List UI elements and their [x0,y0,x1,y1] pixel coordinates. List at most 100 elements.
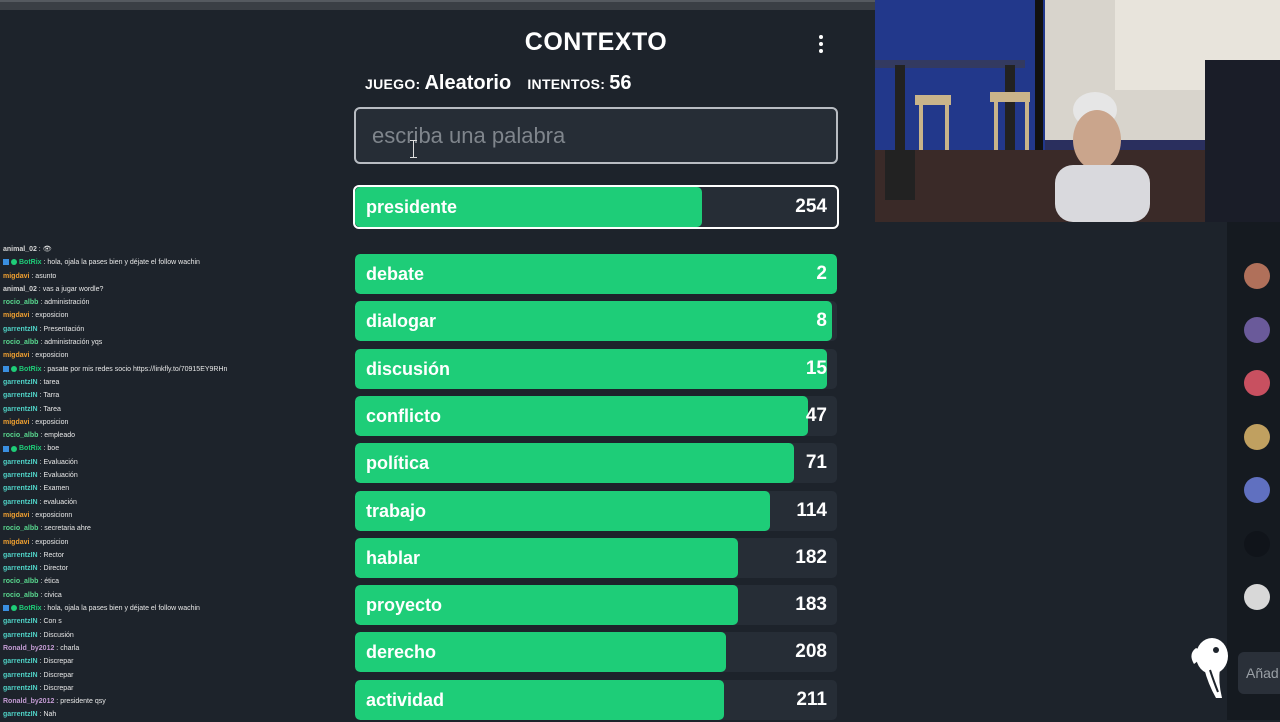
current-guess-row: presidente 254 [353,185,839,229]
user-avatar[interactable] [1244,316,1270,343]
word-input[interactable] [354,107,838,164]
chat-message: migdavi : exposicion [3,349,343,362]
webcam-image [875,0,1280,222]
user-avatar[interactable] [1244,263,1270,289]
chat-text: Examen [43,485,70,493]
chat-text: Evaluación [43,472,78,480]
chat-username[interactable]: Ronald_by2012 [3,698,54,705]
chat-message: garrentzIN : evaluación [3,496,343,509]
chat-username[interactable]: rocio_albb [3,339,38,346]
add-input[interactable]: Añad [1238,652,1280,694]
chat-username[interactable]: garrentzIN [3,406,38,413]
game-value: Aleatorio [424,72,512,94]
guess-word: derecho [366,642,437,663]
chat-username[interactable]: migdavi [3,512,29,519]
guess-rank: 15 [805,357,827,379]
chat-username[interactable]: garrentzIN [3,711,38,718]
chat-username[interactable]: migdavi [3,352,29,359]
guess-rank: 71 [805,452,827,474]
chat-username[interactable]: animal_02 [3,246,37,253]
chat-text: exposicion [35,538,69,546]
chat-username[interactable]: migdavi [3,312,29,319]
guess-row: trabajo 114 [355,490,837,531]
chat-username[interactable]: garrentzIN [3,672,38,679]
chat-username[interactable]: garrentzIN [3,658,38,665]
chat-username[interactable]: garrentzIN [3,459,38,466]
chat-text: tarea [43,378,60,386]
chat-username[interactable]: migdavi [3,273,29,280]
chat-text: Discrepar [43,671,74,679]
bot-badge-icon [11,445,17,452]
game-stats: JUEGO: Aleatorio INTENTOS: 56 [365,72,643,95]
chat-text: ética [44,578,60,586]
chat-text: presidente qsy [60,698,106,706]
moderator-badge-icon [3,445,9,452]
chat-message: migdavi : exposicion [3,536,343,549]
chat-username[interactable]: rocio_albb [3,525,38,532]
more-options-button[interactable] [810,32,832,58]
chat-username[interactable]: BotRix [19,605,42,612]
chat-username[interactable]: garrentzIN [3,565,38,572]
chat-username[interactable]: garrentzIN [3,326,38,333]
chat-message: BotRix : pasate por mis redes socio http… [3,363,343,376]
chat-username[interactable]: garrentzIN [3,485,38,492]
chat-text: Con s [43,618,62,626]
chat-message: rocio_albb : civica [3,589,343,602]
chat-username[interactable]: Ronald_by2012 [3,645,54,652]
chat-username[interactable]: BotRix [19,259,42,266]
chat-text: Discusión [43,631,74,639]
chat-username[interactable]: migdavi [3,539,29,546]
chat-username[interactable]: garrentzIN [3,552,38,559]
guess-word: hablar [366,547,421,568]
chat-text: Discrepar [43,684,74,692]
bot-badge-icon [11,365,17,372]
bot-badge-icon [11,259,17,266]
chat-username[interactable]: rocio_albb [3,592,38,599]
guess-row: proyecto 183 [355,585,837,626]
chat-username[interactable]: BotRix [19,445,42,452]
chat-username[interactable]: garrentzIN [3,379,38,386]
guess-rank: 182 [795,546,827,568]
chat-message: garrentzIN : Presentación [3,323,343,336]
chat-message: rocio_albb : administración yqs [3,336,343,349]
chat-message: garrentzIN : Discusión [3,629,343,642]
chat-text: administración [44,299,90,307]
guess-rank: 211 [796,688,827,710]
chat-username[interactable]: garrentzIN [3,685,38,692]
user-avatar[interactable] [1244,423,1270,450]
chat-message: garrentzIN : Director [3,562,343,575]
chat-username[interactable]: migdavi [3,419,29,426]
user-avatar[interactable] [1244,477,1270,503]
chat-username[interactable]: rocio_albb [3,432,38,439]
dot-icon [819,49,823,53]
similarity-bar [355,254,837,294]
guess-word: trabajo [366,500,427,521]
chat-username[interactable]: garrentzIN [3,472,38,479]
chat-text: empleado [44,432,75,440]
webcam-feed [875,0,1280,222]
user-avatar[interactable] [1244,530,1270,557]
chat-username[interactable]: rocio_albb [3,299,38,306]
chat-username[interactable]: BotRix [19,366,42,373]
user-avatar[interactable] [1244,370,1270,396]
chat-username[interactable]: garrentzIN [3,499,38,506]
chat-text: asunto [35,272,57,280]
chat-text: Rector [43,551,65,559]
chat-message: animal_02 : vas a jugar wordle? [3,283,343,296]
chat-text: Discrepar [43,658,74,666]
chat-text: exposicion [35,418,69,426]
chat-text: secretaria ahre [44,525,91,533]
chat-username[interactable]: garrentzIN [3,618,38,625]
chat-text: Director [43,565,68,573]
chat-username[interactable]: rocio_albb [3,578,38,585]
dot-icon [819,35,823,39]
chat-username[interactable]: garrentzIN [3,392,38,399]
user-avatar[interactable] [1244,584,1270,610]
top-strip-line [0,0,875,2]
chat-username[interactable]: animal_02 [3,286,37,293]
chat-message: migdavi : exposicion [3,309,343,322]
chat-username[interactable]: garrentzIN [3,632,38,639]
guess-rank: 2 [816,263,827,284]
game-label: JUEGO: [365,76,421,92]
chat-message: garrentzIN : Discrepar [3,682,343,695]
